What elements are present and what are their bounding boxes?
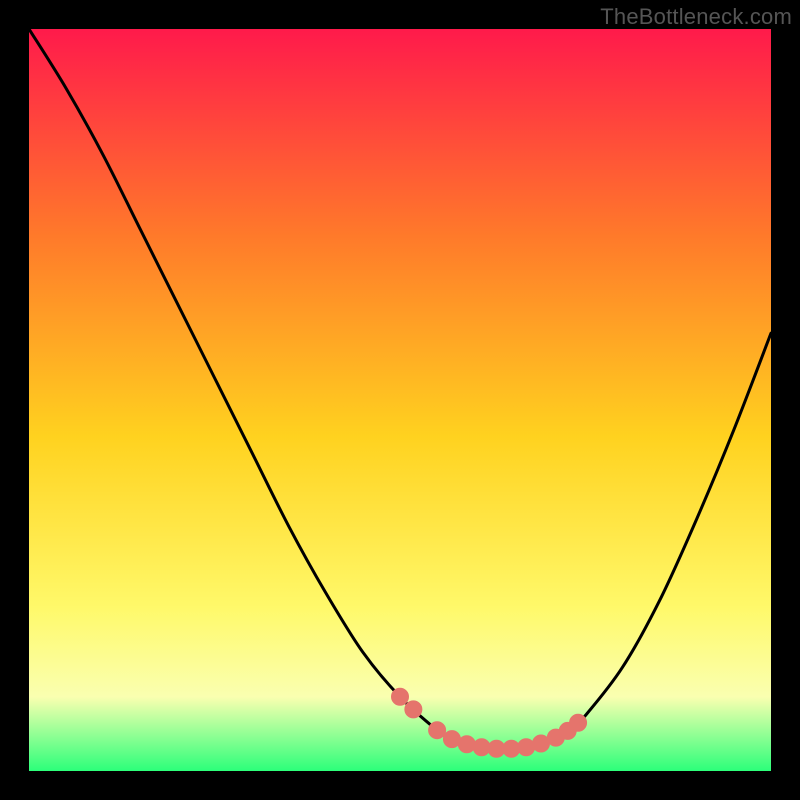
marker-dot [405, 701, 422, 718]
marker-dot [518, 739, 535, 756]
chart-svg [29, 29, 771, 771]
watermark-text: TheBottleneck.com [600, 4, 792, 30]
marker-dot [570, 714, 587, 731]
marker-dot [392, 688, 409, 705]
marker-dot [429, 722, 446, 739]
marker-dot [458, 736, 475, 753]
gradient-background [29, 29, 771, 771]
marker-dot [473, 739, 490, 756]
plot-area [29, 29, 771, 771]
chart-stage: TheBottleneck.com [0, 0, 800, 800]
marker-dot [503, 740, 520, 757]
